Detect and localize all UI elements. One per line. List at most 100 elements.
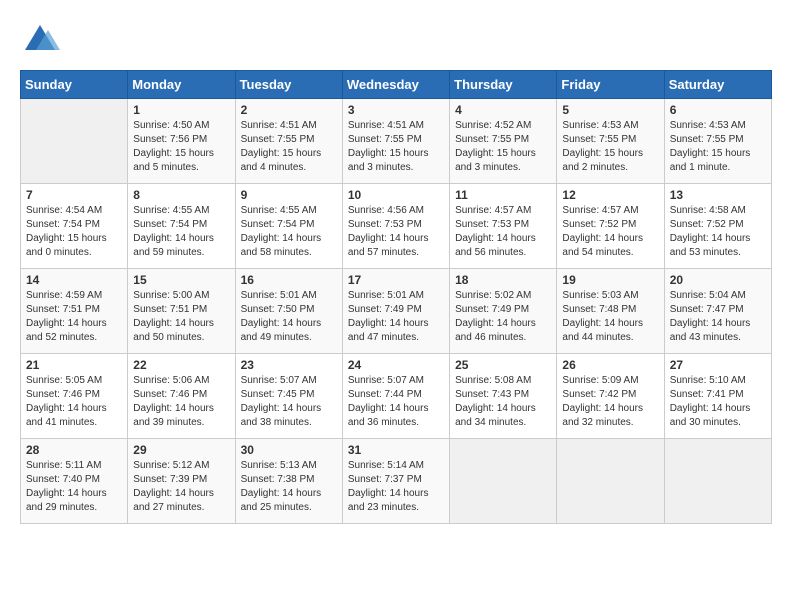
- calendar-cell: 29 Sunrise: 5:12 AMSunset: 7:39 PMDayligh…: [128, 439, 235, 524]
- calendar-cell: 28 Sunrise: 5:11 AMSunset: 7:40 PMDayligh…: [21, 439, 128, 524]
- calendar-cell: [557, 439, 664, 524]
- day-info: Sunrise: 4:51 AMSunset: 7:55 PMDaylight:…: [348, 119, 444, 175]
- calendar-cell: 16 Sunrise: 5:01 AMSunset: 7:50 PMDayligh…: [235, 269, 342, 354]
- day-info: Sunrise: 4:58 AMSunset: 7:52 PMDaylight:…: [670, 204, 766, 260]
- day-info: Sunrise: 5:10 AMSunset: 7:41 PMDaylight:…: [670, 374, 766, 430]
- day-number: 18: [455, 273, 551, 287]
- calendar-cell: 10 Sunrise: 4:56 AMSunset: 7:53 PMDayligh…: [342, 184, 449, 269]
- day-info: Sunrise: 5:02 AMSunset: 7:49 PMDaylight:…: [455, 289, 551, 345]
- day-number: 13: [670, 188, 766, 202]
- day-info: Sunrise: 5:14 AMSunset: 7:37 PMDaylight:…: [348, 459, 444, 515]
- calendar-cell: 24 Sunrise: 5:07 AMSunset: 7:44 PMDayligh…: [342, 354, 449, 439]
- calendar-cell: 19 Sunrise: 5:03 AMSunset: 7:48 PMDayligh…: [557, 269, 664, 354]
- day-info: Sunrise: 4:51 AMSunset: 7:55 PMDaylight:…: [241, 119, 337, 175]
- day-number: 9: [241, 188, 337, 202]
- calendar-cell: 8 Sunrise: 4:55 AMSunset: 7:54 PMDaylight…: [128, 184, 235, 269]
- calendar-cell: 18 Sunrise: 5:02 AMSunset: 7:49 PMDayligh…: [450, 269, 557, 354]
- day-number: 28: [26, 443, 122, 457]
- day-number: 25: [455, 358, 551, 372]
- day-number: 30: [241, 443, 337, 457]
- day-info: Sunrise: 5:03 AMSunset: 7:48 PMDaylight:…: [562, 289, 658, 345]
- day-number: 2: [241, 103, 337, 117]
- week-row-4: 21Sunrise: 5:05 AMSunset: 7:46 PMDayligh…: [21, 354, 772, 439]
- calendar-cell: 5 Sunrise: 4:53 AMSunset: 7:55 PMDaylight…: [557, 99, 664, 184]
- calendar-cell: [664, 439, 771, 524]
- calendar-cell: 31 Sunrise: 5:14 AMSunset: 7:37 PMDayligh…: [342, 439, 449, 524]
- week-row-1: 1Sunrise: 4:50 AMSunset: 7:56 PMDaylight…: [21, 99, 772, 184]
- calendar-cell: 25 Sunrise: 5:08 AMSunset: 7:43 PMDayligh…: [450, 354, 557, 439]
- day-number: 8: [133, 188, 229, 202]
- day-info: Sunrise: 5:08 AMSunset: 7:43 PMDaylight:…: [455, 374, 551, 430]
- header-monday: Monday: [128, 71, 235, 99]
- calendar-cell: 17Sunrise: 5:01 AMSunset: 7:49 PMDayligh…: [342, 269, 449, 354]
- calendar-cell: 21Sunrise: 5:05 AMSunset: 7:46 PMDayligh…: [21, 354, 128, 439]
- day-info: Sunrise: 4:54 AMSunset: 7:54 PMDaylight:…: [26, 204, 122, 260]
- day-info: Sunrise: 5:06 AMSunset: 7:46 PMDaylight:…: [133, 374, 229, 430]
- calendar-cell: 20 Sunrise: 5:04 AMSunset: 7:47 PMDayligh…: [664, 269, 771, 354]
- day-number: 1: [133, 103, 229, 117]
- calendar-cell: [450, 439, 557, 524]
- calendar-cell: 15 Sunrise: 5:00 AMSunset: 7:51 PMDayligh…: [128, 269, 235, 354]
- day-number: 6: [670, 103, 766, 117]
- day-info: Sunrise: 4:53 AMSunset: 7:55 PMDaylight:…: [562, 119, 658, 175]
- day-info: Sunrise: 4:57 AMSunset: 7:52 PMDaylight:…: [562, 204, 658, 260]
- header-saturday: Saturday: [664, 71, 771, 99]
- day-info: Sunrise: 4:59 AMSunset: 7:51 PMDaylight:…: [26, 289, 122, 345]
- day-number: 21: [26, 358, 122, 372]
- header-row: Sunday Monday Tuesday Wednesday Thursday…: [21, 71, 772, 99]
- calendar-cell: 3 Sunrise: 4:51 AMSunset: 7:55 PMDaylight…: [342, 99, 449, 184]
- day-info: Sunrise: 5:13 AMSunset: 7:38 PMDaylight:…: [241, 459, 337, 515]
- day-number: 22: [133, 358, 229, 372]
- day-info: Sunrise: 4:55 AMSunset: 7:54 PMDaylight:…: [133, 204, 229, 260]
- calendar-cell: 13 Sunrise: 4:58 AMSunset: 7:52 PMDayligh…: [664, 184, 771, 269]
- day-number: 17: [348, 273, 444, 287]
- calendar-header: Sunday Monday Tuesday Wednesday Thursday…: [21, 71, 772, 99]
- day-number: 11: [455, 188, 551, 202]
- day-info: Sunrise: 4:53 AMSunset: 7:55 PMDaylight:…: [670, 119, 766, 175]
- header-wednesday: Wednesday: [342, 71, 449, 99]
- day-number: 3: [348, 103, 444, 117]
- day-number: 7: [26, 188, 122, 202]
- day-number: 29: [133, 443, 229, 457]
- day-info: Sunrise: 5:07 AMSunset: 7:45 PMDaylight:…: [241, 374, 337, 430]
- calendar-cell: 27 Sunrise: 5:10 AMSunset: 7:41 PMDayligh…: [664, 354, 771, 439]
- header-sunday: Sunday: [21, 71, 128, 99]
- day-number: 19: [562, 273, 658, 287]
- logo-icon: [20, 20, 60, 60]
- day-info: Sunrise: 5:04 AMSunset: 7:47 PMDaylight:…: [670, 289, 766, 345]
- day-info: Sunrise: 5:07 AMSunset: 7:44 PMDaylight:…: [348, 374, 444, 430]
- calendar-cell: 26 Sunrise: 5:09 AMSunset: 7:42 PMDayligh…: [557, 354, 664, 439]
- header-tuesday: Tuesday: [235, 71, 342, 99]
- header-thursday: Thursday: [450, 71, 557, 99]
- header-friday: Friday: [557, 71, 664, 99]
- day-info: Sunrise: 4:52 AMSunset: 7:55 PMDaylight:…: [455, 119, 551, 175]
- day-number: 24: [348, 358, 444, 372]
- calendar-cell: 1Sunrise: 4:50 AMSunset: 7:56 PMDaylight…: [128, 99, 235, 184]
- day-info: Sunrise: 4:56 AMSunset: 7:53 PMDaylight:…: [348, 204, 444, 260]
- calendar-cell: 23 Sunrise: 5:07 AMSunset: 7:45 PMDayligh…: [235, 354, 342, 439]
- day-info: Sunrise: 5:00 AMSunset: 7:51 PMDaylight:…: [133, 289, 229, 345]
- calendar-cell: 14Sunrise: 4:59 AMSunset: 7:51 PMDayligh…: [21, 269, 128, 354]
- day-number: 26: [562, 358, 658, 372]
- day-number: 10: [348, 188, 444, 202]
- day-number: 27: [670, 358, 766, 372]
- calendar-cell: 4Sunrise: 4:52 AMSunset: 7:55 PMDaylight…: [450, 99, 557, 184]
- day-number: 20: [670, 273, 766, 287]
- day-number: 23: [241, 358, 337, 372]
- calendar-cell: 6 Sunrise: 4:53 AMSunset: 7:55 PMDaylight…: [664, 99, 771, 184]
- day-number: 31: [348, 443, 444, 457]
- day-number: 15: [133, 273, 229, 287]
- day-info: Sunrise: 5:11 AMSunset: 7:40 PMDaylight:…: [26, 459, 122, 515]
- calendar-table: Sunday Monday Tuesday Wednesday Thursday…: [20, 70, 772, 524]
- day-info: Sunrise: 4:57 AMSunset: 7:53 PMDaylight:…: [455, 204, 551, 260]
- day-number: 5: [562, 103, 658, 117]
- page-header: [20, 20, 772, 60]
- day-info: Sunrise: 5:09 AMSunset: 7:42 PMDaylight:…: [562, 374, 658, 430]
- calendar-cell: 30 Sunrise: 5:13 AMSunset: 7:38 PMDayligh…: [235, 439, 342, 524]
- day-info: Sunrise: 4:55 AMSunset: 7:54 PMDaylight:…: [241, 204, 337, 260]
- logo: [20, 20, 66, 60]
- day-info: Sunrise: 5:01 AMSunset: 7:50 PMDaylight:…: [241, 289, 337, 345]
- day-number: 16: [241, 273, 337, 287]
- day-info: Sunrise: 5:12 AMSunset: 7:39 PMDaylight:…: [133, 459, 229, 515]
- calendar-cell: [21, 99, 128, 184]
